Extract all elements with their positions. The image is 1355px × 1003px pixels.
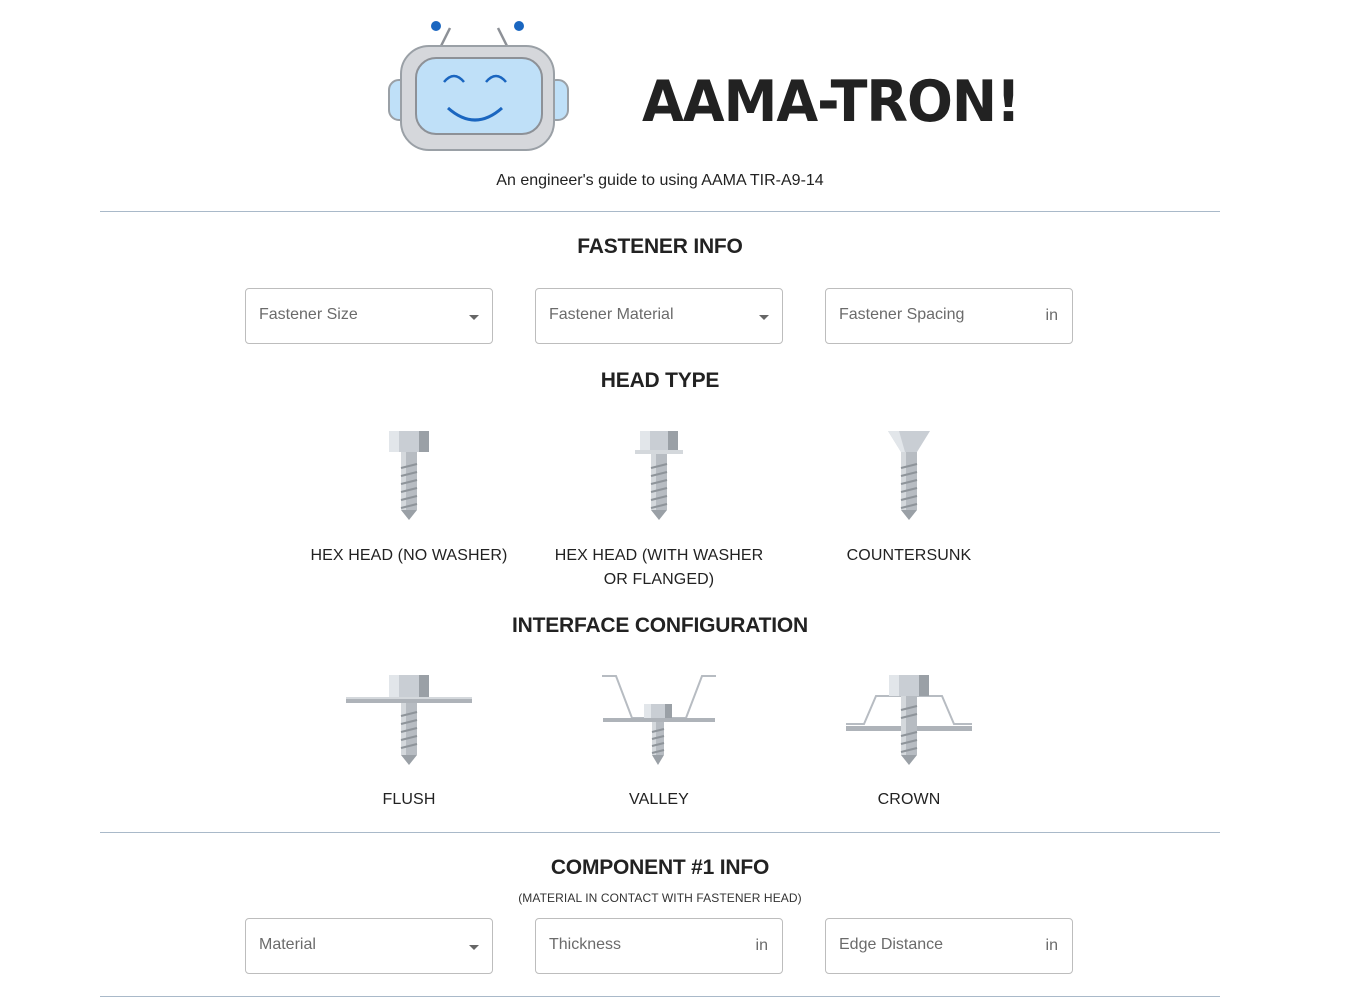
flush-interface-icon (346, 675, 472, 765)
hex-head-screw-icon (389, 431, 429, 520)
head-type-label: HEX HEAD (NO WASHER) (310, 547, 508, 564)
interface-option-crown[interactable]: CROWN (794, 674, 1024, 812)
header: AAMA-TRON! An engineer's guide to using … (0, 0, 1320, 210)
head-type-option-countersunk[interactable]: COUNTERSUNK (794, 430, 1024, 568)
interface-label: CROWN (877, 791, 941, 808)
section-divider (100, 832, 1220, 833)
interface-option-flush[interactable]: FLUSH (294, 674, 524, 812)
countersunk-screw-icon (888, 431, 930, 520)
fastener-size-label: Fastener Size (259, 306, 358, 323)
dropdown-caret-icon (759, 315, 769, 320)
robot-logo-icon (388, 21, 569, 151)
material-label: Material (259, 936, 316, 953)
interface-configuration-title: INTERFACE CONFIGURATION (511, 614, 808, 637)
fastener-spacing-input[interactable]: Fastener Spacing in (825, 288, 1073, 344)
fastener-size-select[interactable]: Fastener Size (245, 288, 493, 344)
dropdown-caret-icon (469, 315, 479, 320)
fastener-material-select[interactable]: Fastener Material (535, 288, 783, 344)
crown-interface-icon (846, 675, 972, 765)
interface-label: VALLEY (629, 791, 689, 808)
hex-head-washer-screw-icon (635, 431, 683, 520)
fastener-spacing-label: Fastener Spacing (839, 306, 965, 323)
component-1-note: (MATERIAL IN CONTACT WITH FASTENER HEAD) (518, 891, 802, 905)
app-title: AAMA-TRON! (642, 68, 1021, 135)
unit-suffix: in (1045, 307, 1058, 324)
component-1-title: COMPONENT #1 INFO (550, 856, 770, 879)
section-divider (100, 996, 1220, 997)
valley-interface-icon (602, 675, 716, 765)
interface-option-valley[interactable]: VALLEY (544, 674, 774, 812)
head-type-label: COUNTERSUNK (846, 547, 972, 564)
unit-suffix: in (1045, 937, 1058, 954)
head-type-title: HEAD TYPE (600, 369, 720, 392)
edge-distance-label: Edge Distance (839, 936, 944, 953)
head-type-option-hex-no-washer[interactable]: HEX HEAD (NO WASHER) (294, 430, 524, 568)
unit-suffix: in (755, 937, 768, 954)
interface-label: FLUSH (382, 791, 436, 808)
component-1-edge-distance-input[interactable]: Edge Distance in (825, 918, 1073, 974)
head-type-label: HEX HEAD (WITH WASHER OR FLANGED) (554, 547, 764, 588)
component-1-thickness-input[interactable]: Thickness in (535, 918, 783, 974)
component-1-material-select[interactable]: Material (245, 918, 493, 974)
app-subtitle: An engineer's guide to using AAMA TIR-A9… (496, 172, 824, 189)
section-divider (100, 211, 1220, 212)
dropdown-caret-icon (469, 945, 479, 950)
thickness-label: Thickness (549, 936, 622, 953)
fastener-material-label: Fastener Material (549, 306, 674, 323)
head-type-option-hex-washer[interactable]: HEX HEAD (WITH WASHER OR FLANGED) (544, 430, 774, 592)
fastener-info-title: FASTENER INFO (577, 235, 743, 258)
